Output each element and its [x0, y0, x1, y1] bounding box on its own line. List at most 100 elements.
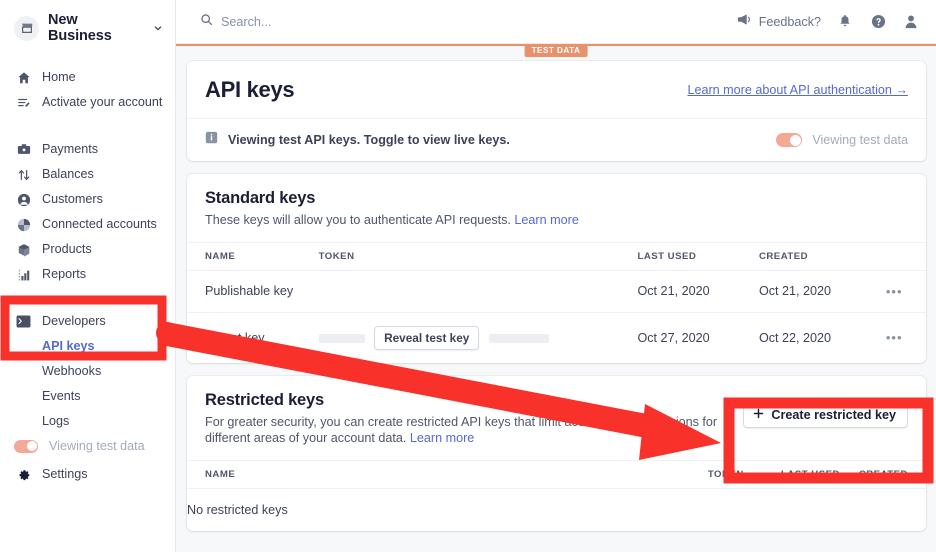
sidebar-item-balances[interactable]: Balances — [0, 162, 175, 187]
balances-icon — [16, 166, 31, 183]
row-menu-button[interactable]: ••• — [880, 312, 926, 363]
sidebar-item-label: Payments — [42, 142, 98, 156]
sidebar-item-activate-account[interactable]: Activate your account — [0, 90, 175, 115]
column-last-used: LAST USED — [743, 459, 840, 489]
key-token[interactable] — [318, 270, 638, 313]
key-created: Oct 21, 2020 — [758, 270, 881, 313]
toggle-switch-icon[interactable] — [776, 133, 803, 147]
token-mask — [318, 333, 365, 343]
bell-icon[interactable] — [836, 13, 854, 31]
search-input[interactable]: Search... — [200, 13, 271, 31]
sidebar-item-label: Webhooks — [42, 364, 102, 378]
column-last-used: LAST USED — [637, 241, 759, 271]
sidebar-item-reports[interactable]: Reports — [0, 262, 175, 287]
column-token: TOKEN — [662, 459, 744, 489]
sidebar-item-label: API keys — [42, 339, 95, 353]
home-icon — [16, 69, 31, 86]
sidebar-item-label: Products — [42, 242, 92, 256]
customers-icon — [16, 191, 31, 208]
standard-keys-desc: These keys will allow you to authenticat… — [205, 212, 765, 229]
reveal-test-key-button[interactable]: Reveal test key — [374, 325, 480, 350]
nav-group-business: Payments Balances Customers Connected ac… — [0, 137, 175, 287]
activate-account-icon — [16, 94, 31, 111]
view-test-data-toggle[interactable]: Viewing test data — [776, 133, 908, 147]
standard-keys-header: Standard keys These keys will allow you … — [187, 174, 926, 242]
sidebar-item-settings[interactable]: Settings — [0, 462, 175, 487]
row-menu-button[interactable]: ••• — [880, 270, 926, 313]
help-circle-icon[interactable] — [869, 13, 887, 31]
key-created: Oct 22, 2020 — [758, 330, 832, 345]
restricted-keys-card: Restricted keys For greater security, yo… — [187, 375, 926, 531]
no-restricted-keys-text: No restricted keys — [187, 502, 288, 517]
column-name: NAME — [187, 459, 663, 489]
sidebar-item-api-keys[interactable]: API keys — [0, 334, 175, 359]
toggle-switch-icon[interactable] — [14, 439, 38, 453]
create-restricted-key-button[interactable]: Create restricted key — [743, 401, 908, 428]
developers-icon — [16, 313, 31, 330]
standard-keys-table: NAME TOKEN LAST USED CREATED Publishable… — [187, 241, 926, 363]
sidebar-item-label: Events — [42, 389, 81, 403]
payments-icon — [16, 141, 31, 158]
search-icon — [200, 13, 213, 31]
user-avatar-icon[interactable] — [902, 13, 920, 31]
column-token: TOKEN — [318, 241, 638, 271]
sidebar-item-label: Balances — [42, 167, 94, 181]
sidebar-item-payments[interactable]: Payments — [0, 137, 175, 162]
key-last-used: Oct 27, 2020 — [637, 330, 710, 345]
feedback-button[interactable]: Feedback? — [737, 13, 821, 31]
test-data-badge: TEST DATA — [524, 44, 588, 57]
info-icon — [205, 131, 218, 149]
sidebar-item-label: Activate your account — [42, 95, 163, 109]
account-name: New Business — [48, 12, 112, 44]
topbar-actions: Feedback? — [737, 13, 920, 31]
sidebar-item-developers[interactable]: Developers — [0, 309, 175, 334]
sidebar-item-label: Customers — [42, 192, 103, 206]
api-keys-header-card: API keys Learn more about API authentica… — [187, 61, 926, 161]
plus-icon — [753, 408, 764, 422]
sidebar-item-events[interactable]: Events — [0, 384, 175, 409]
products-icon — [16, 241, 31, 258]
test-keys-notice: Viewing test API keys. Toggle to view li… — [187, 119, 926, 161]
learn-more-api-auth-link[interactable]: Learn more about API authentication → — [687, 83, 908, 97]
sidebar-item-products[interactable]: Products — [0, 237, 175, 262]
table-header-row: NAME TOKEN LAST USED CREATED — [187, 241, 926, 271]
sidebar: New Business Home Activate your account … — [0, 0, 176, 552]
table-header-row: NAME TOKEN LAST USED CREATED — [187, 459, 926, 489]
key-name: Secret key — [205, 330, 265, 345]
sidebar-item-label: Reports — [42, 267, 87, 281]
sidebar-item-webhooks[interactable]: Webhooks — [0, 359, 175, 384]
sidebar-item-customers[interactable]: Customers — [0, 187, 175, 212]
column-name: NAME — [187, 241, 319, 271]
storefront-icon — [14, 15, 39, 41]
search-placeholder: Search... — [221, 14, 272, 29]
account-switcher[interactable]: New Business — [0, 9, 175, 44]
restricted-keys-learn-more-link[interactable]: Learn more — [410, 431, 474, 445]
main-area: Search... Feedback? TEST DATA API keys L… — [176, 0, 936, 552]
page-title: API keys — [205, 77, 295, 102]
restricted-keys-desc: For greater security, you can create res… — [205, 414, 765, 447]
sidebar-item-label: Settings — [42, 467, 88, 481]
standard-keys-learn-more-link[interactable]: Learn more — [514, 213, 578, 227]
feedback-label: Feedback? — [758, 14, 821, 29]
sidebar-item-label: Logs — [42, 414, 70, 428]
sidebar-item-label: Home — [42, 70, 76, 84]
key-last-used: Oct 21, 2020 — [637, 270, 759, 313]
gear-icon — [16, 466, 31, 483]
sidebar-item-logs[interactable]: Logs — [0, 409, 175, 434]
table-row[interactable]: Secret key Reveal test key Oct 27, 2020 … — [187, 312, 926, 363]
table-row-empty: No restricted keys — [187, 488, 926, 531]
key-token[interactable]: Reveal test key — [318, 312, 638, 363]
app-root: New Business Home Activate your account … — [0, 0, 936, 552]
sidebar-item-home[interactable]: Home — [0, 65, 175, 90]
restricted-keys-header: Restricted keys For greater security, yo… — [187, 376, 926, 460]
connected-accounts-icon — [16, 216, 31, 233]
chevron-down-icon[interactable] — [153, 23, 163, 33]
column-created: CREATED — [839, 459, 926, 489]
sidebar-item-connected-accounts[interactable]: Connected accounts — [0, 212, 175, 237]
restricted-keys-table: NAME TOKEN LAST USED CREATED No restrict… — [187, 459, 926, 531]
standard-keys-card: Standard keys These keys will allow you … — [187, 174, 926, 363]
api-keys-header: API keys Learn more about API authentica… — [187, 61, 926, 119]
sidebar-test-data-toggle[interactable]: Viewing test data — [0, 434, 175, 458]
table-row[interactable]: Publishable key Oct 21, 2020 Oct 21, 202… — [187, 270, 926, 313]
sidebar-item-label: Developers — [42, 314, 106, 328]
